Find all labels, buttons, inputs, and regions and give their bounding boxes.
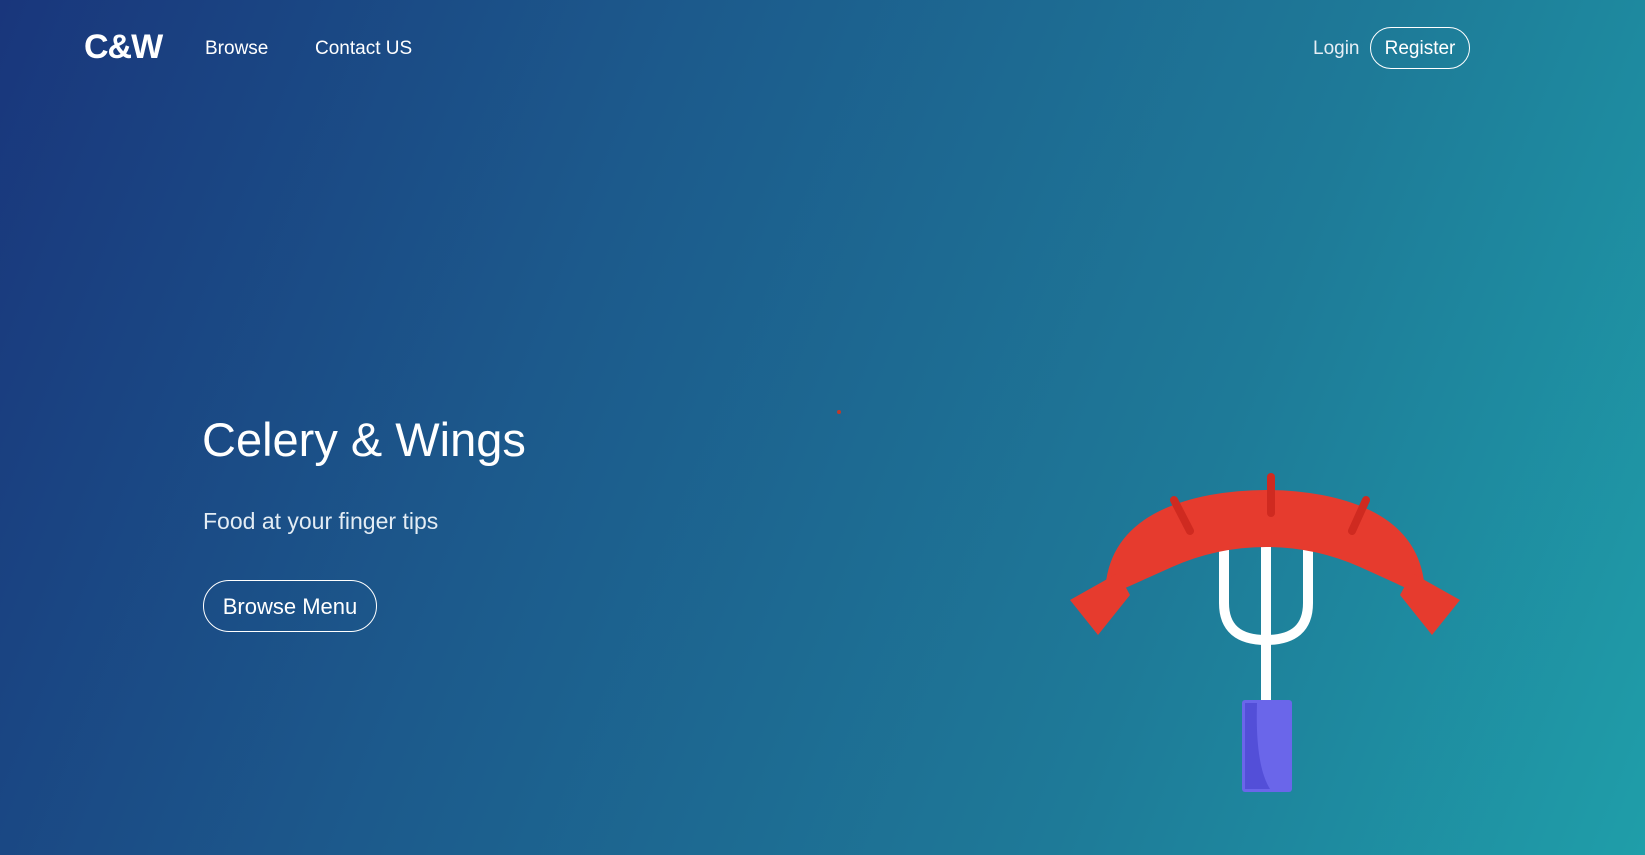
sausage-on-fork-icon (1060, 455, 1480, 795)
hero-title: Celery & Wings (202, 413, 526, 466)
decorative-dot (837, 410, 841, 414)
browse-menu-button[interactable]: Browse Menu (203, 580, 377, 632)
brand-logo[interactable]: C&W (84, 28, 163, 67)
register-button[interactable]: Register (1370, 27, 1470, 69)
nav-link-browse[interactable]: Browse (205, 38, 268, 60)
nav-link-contact-us[interactable]: Contact US (315, 38, 412, 60)
sausage-illustration-svg (1070, 473, 1460, 792)
top-navbar: C&W Browse Contact US Login Register (0, 0, 1645, 100)
hero-subtitle: Food at your finger tips (203, 508, 439, 534)
login-link[interactable]: Login (1313, 38, 1360, 60)
